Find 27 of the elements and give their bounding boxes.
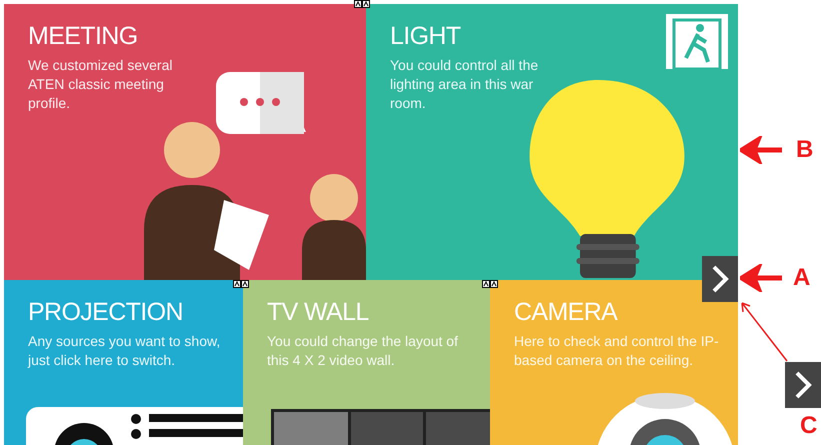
tile-title: PROJECTION xyxy=(28,297,184,328)
tile[interactable]: CAMERA Here to check and control the IP-based camera on the ceiling. xyxy=(490,280,738,445)
tile-description: Any sources you want to show, just click here to switch. xyxy=(28,332,222,370)
next-button[interactable] xyxy=(785,362,821,408)
exit-sign-icon xyxy=(666,14,728,69)
tile[interactable]: PROJECTION Any sources you want to show, just click here to switch. xyxy=(4,280,243,445)
tile[interactable]: LIGHT You could control all the lighting area in this war room. xyxy=(366,4,738,280)
tile-title: TV WALL xyxy=(267,297,370,328)
chevron-right-icon xyxy=(794,371,812,399)
tile-title: CAMERA xyxy=(514,297,619,328)
tile[interactable]: TV WALL You could change the layout of this 4 X 2 video wall. xyxy=(243,280,490,445)
tile[interactable]: MEETING We customized several ATEN classic meeting profile. xyxy=(4,4,366,280)
marker-icon xyxy=(233,280,249,288)
arrow-to-tile xyxy=(740,136,782,164)
callout-label: C xyxy=(800,412,818,440)
callout-label: B xyxy=(796,136,814,164)
tile-description: We customized several ATEN classic meeting profile. xyxy=(28,56,174,113)
leader-line xyxy=(739,300,789,362)
tile-description: Here to check and control the IP-based camera on the ceiling. xyxy=(514,332,720,370)
next-button[interactable] xyxy=(702,256,738,302)
marker-icon xyxy=(482,280,498,288)
tile-title: MEETING xyxy=(28,21,139,52)
chevron-right-icon xyxy=(711,265,729,293)
callout-label: A xyxy=(793,264,810,292)
tile-description: You could control all the lighting area in this war room. xyxy=(390,56,540,113)
tile-title: LIGHT xyxy=(390,21,462,52)
tile-description: You could change the layout of this 4 X 2 video wall. xyxy=(267,332,459,370)
